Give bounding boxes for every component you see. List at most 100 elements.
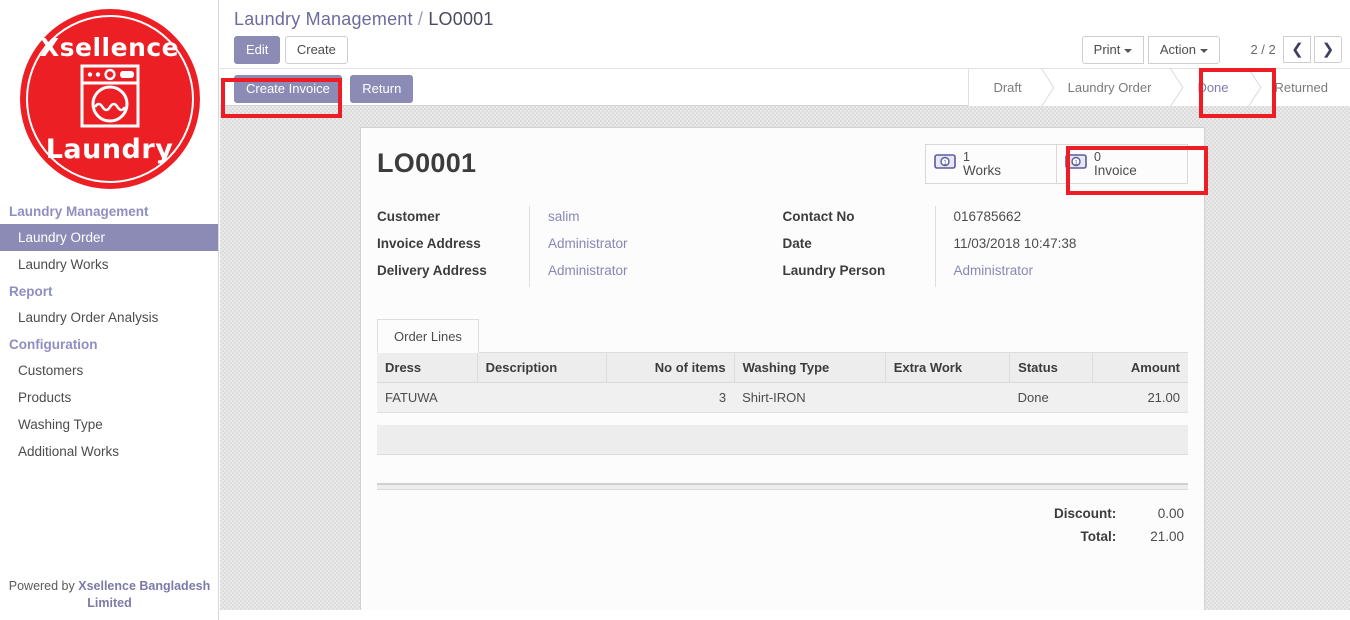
stat-button-group: 1 1 Works 1 0 Invoice <box>925 144 1188 184</box>
column-dress[interactable]: Dress <box>377 353 478 383</box>
label-invoice-address: Invoice Address <box>377 236 481 251</box>
sidebar-section-configuration: Configuration <box>9 337 98 352</box>
field-values-right: 016785662 11/03/2018 10:47:38 Administra… <box>934 206 1189 287</box>
sidebar-item-customers[interactable]: Customers <box>0 357 218 384</box>
value-invoice-address[interactable]: Administrator <box>548 233 783 260</box>
stage-laundry-order[interactable]: Laundry Order <box>1043 69 1174 106</box>
label-customer: Customer <box>377 209 441 224</box>
add-line-placeholder-row[interactable] <box>377 425 1188 455</box>
discount-value: 0.00 <box>1157 506 1184 521</box>
value-delivery-address[interactable]: Administrator <box>548 260 783 287</box>
breadcrumb: Laundry Management / LO0001 <box>220 0 1350 30</box>
totals-block: Discount: 0.00 Total: 21.00 <box>377 506 1188 552</box>
field-column-right: Contact No Date Laundry Person 016785662… <box>783 206 1189 287</box>
sidebar-item-products[interactable]: Products <box>0 384 218 411</box>
pager-count: 2 / 2 <box>1250 42 1276 57</box>
create-invoice-button[interactable]: Create Invoice <box>234 75 342 103</box>
stat-text-works: 1 Works <box>963 151 1002 178</box>
breadcrumb-current: LO0001 <box>428 9 494 29</box>
field-column-left: Customer Invoice Address Delivery Addres… <box>377 206 783 287</box>
value-laundry-person[interactable]: Administrator <box>954 260 1189 287</box>
sheet-header: LO0001 1 1 Works 1 0 Invoice <box>377 144 1188 202</box>
tab-order-lines[interactable]: Order Lines <box>377 319 479 353</box>
column-amount[interactable]: Amount <box>1092 353 1188 383</box>
notebook-tabs: Order Lines <box>377 319 1188 353</box>
discount-label: Discount: <box>1053 506 1117 521</box>
main-panel: Laundry Management / LO0001 Edit Create … <box>220 0 1350 620</box>
logo-top-text: Xsellence <box>39 32 180 62</box>
powered-by-company: Xsellence Bangladesh Limited <box>78 579 211 610</box>
powered-by-footer: Powered by Xsellence Bangladesh Limited <box>0 578 219 612</box>
field-values-left: salim Administrator Administrator <box>529 206 783 287</box>
stat-button-invoice[interactable]: 1 0 Invoice <box>1056 144 1188 184</box>
stat-text-invoice: 0 Invoice <box>1094 151 1137 178</box>
value-contact-no[interactable]: 016785662 <box>954 206 1189 233</box>
field-labels-left: Customer Invoice Address Delivery Addres… <box>377 206 529 287</box>
cell-status: Done <box>1009 382 1093 413</box>
sidebar-item-laundry-works[interactable]: Laundry Works <box>0 251 218 278</box>
action-dropdown[interactable]: Action <box>1147 36 1220 64</box>
column-extra-work[interactable]: Extra Work <box>885 353 1011 383</box>
action-label: Action <box>1159 42 1196 57</box>
status-bar: Draft Laundry Order Done Returned <box>968 69 1350 106</box>
washing-machine-icon <box>79 63 141 134</box>
logo-bottom-text: Laundry <box>45 133 174 165</box>
column-washing-type[interactable]: Washing Type <box>734 353 886 383</box>
cell-description <box>477 382 607 413</box>
order-lines-body: FATUWA 3 Shirt-IRON Done 21.00 <box>377 382 1188 413</box>
sidebar: Xsellence Laundry Laundry Management Lau… <box>0 0 219 620</box>
notebook: Order Lines Dress Description No of item… <box>377 319 1188 552</box>
print-label: Print <box>1093 42 1121 57</box>
stage-draft[interactable]: Draft <box>969 69 1044 106</box>
sidebar-item-laundry-order-analysis[interactable]: Laundry Order Analysis <box>0 304 218 331</box>
field-labels-right: Contact No Date Laundry Person <box>783 206 935 287</box>
logo-circle: Xsellence Laundry <box>19 9 200 189</box>
action-status-row: Create Invoice Return Draft Laundry Orde… <box>220 68 1350 106</box>
pager-next-button[interactable]: ❯ <box>1314 36 1342 63</box>
pager-previous-button[interactable]: ❮ <box>1283 36 1312 63</box>
content-area: LO0001 1 1 Works 1 0 Invoice Customer In… <box>220 106 1350 610</box>
chevron-down-icon <box>1124 48 1133 53</box>
order-lines-header: Dress Description No of items Washing Ty… <box>377 353 1188 383</box>
order-lines-table: Dress Description No of items Washing Ty… <box>377 353 1188 413</box>
form-sheet: LO0001 1 1 Works 1 0 Invoice Customer In… <box>360 127 1205 610</box>
cell-no-of-items: 3 <box>606 382 735 413</box>
stat-label-invoice: Invoice <box>1094 163 1137 178</box>
print-dropdown[interactable]: Print <box>1081 36 1145 64</box>
sidebar-section-report: Report <box>9 284 53 299</box>
print-action-group: Print Action <box>1081 36 1220 64</box>
powered-by-prefix: Powered by <box>8 579 79 593</box>
label-date: Date <box>782 236 812 251</box>
stat-label-works: Works <box>963 163 1002 178</box>
money-icon: 1 <box>934 154 956 174</box>
return-button[interactable]: Return <box>350 75 414 103</box>
value-date[interactable]: 11/03/2018 10:47:38 <box>954 233 1189 260</box>
record-pager: 2 / 2 ❮ ❯ <box>1250 36 1342 63</box>
edit-button[interactable]: Edit <box>234 36 281 64</box>
stat-button-works[interactable]: 1 1 Works <box>925 144 1057 184</box>
chevron-down-icon <box>1200 48 1208 53</box>
breadcrumb-separator: / <box>417 9 424 29</box>
stage-done[interactable]: Done <box>1173 69 1251 106</box>
create-button[interactable]: Create <box>284 36 348 64</box>
value-customer[interactable]: salim <box>548 206 783 233</box>
breadcrumb-root[interactable]: Laundry Management <box>234 9 413 29</box>
app-root: Xsellence Laundry Laundry Management Lau… <box>0 0 1350 620</box>
discount-line: Discount: 0.00 <box>377 506 1184 529</box>
column-no-of-items[interactable]: No of items <box>606 353 735 383</box>
column-status[interactable]: Status <box>1009 353 1093 383</box>
field-grid: Customer Invoice Address Delivery Addres… <box>377 202 1188 287</box>
column-description[interactable]: Description <box>477 353 607 383</box>
money-icon: 1 <box>1065 154 1087 174</box>
label-laundry-person: Laundry Person <box>782 263 886 278</box>
cell-washing-type: Shirt-IRON <box>734 382 886 413</box>
sidebar-item-washing-type[interactable]: Washing Type <box>0 411 218 438</box>
cell-dress: FATUWA <box>377 382 478 413</box>
table-row[interactable]: FATUWA 3 Shirt-IRON Done 21.00 <box>377 382 1188 413</box>
sidebar-item-laundry-order[interactable]: Laundry Order <box>0 224 218 251</box>
stage-returned[interactable]: Returned <box>1250 69 1350 106</box>
sidebar-item-additional-works[interactable]: Additional Works <box>0 438 218 465</box>
brand-logo: Xsellence Laundry <box>0 0 219 198</box>
total-value: 21.00 <box>1150 529 1184 544</box>
table-header-row: Dress Description No of items Washing Ty… <box>377 353 1188 383</box>
